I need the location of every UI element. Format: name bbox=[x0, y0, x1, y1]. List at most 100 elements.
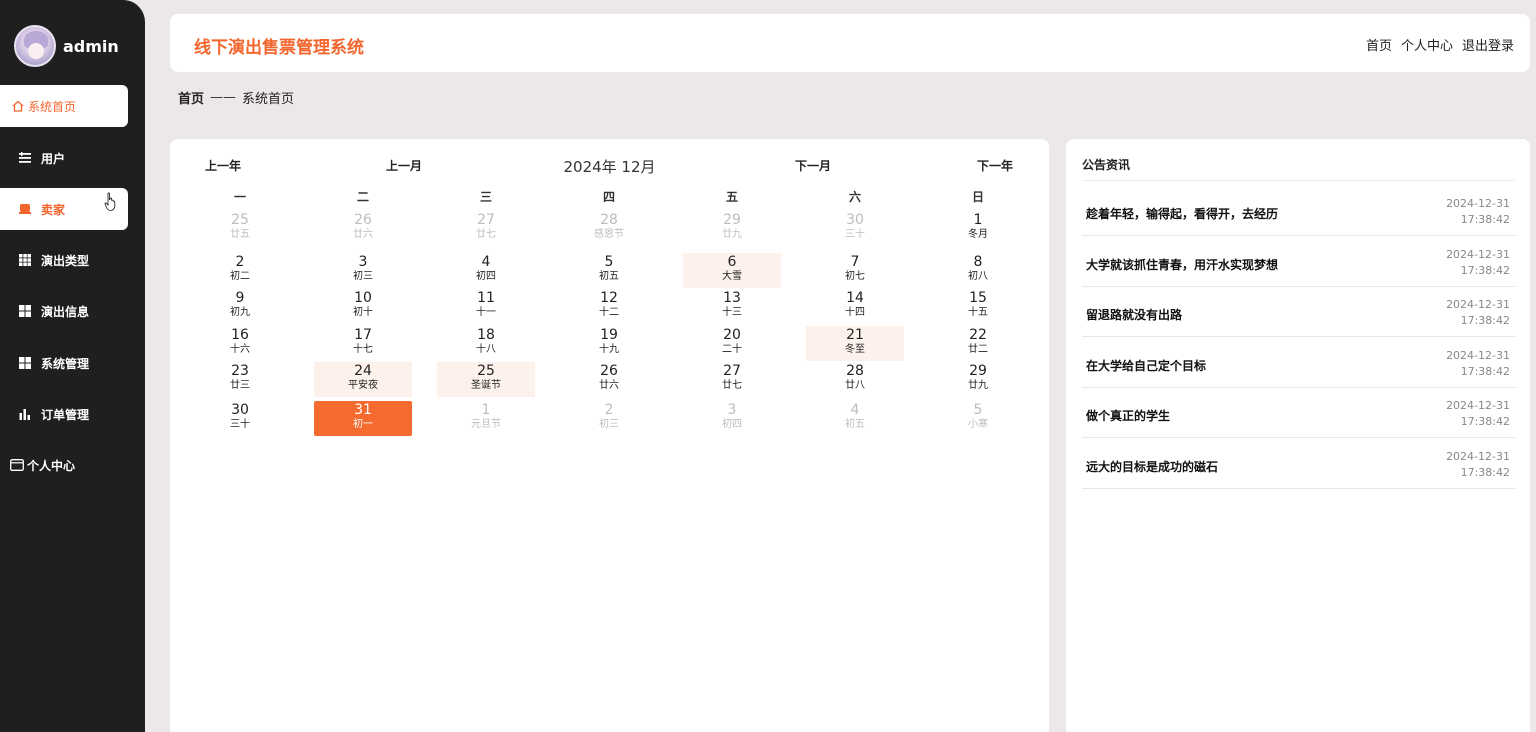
notice-date-day: 2024-12-31 bbox=[1446, 449, 1510, 463]
notice-item[interactable]: 留退路就没有出路 2024-12-31 17:38:42 bbox=[1082, 286, 1516, 337]
next-month-button[interactable]: 下一月 bbox=[795, 157, 831, 174]
notice-item[interactable]: 在大学给自己定个目标 2024-12-31 17:38:42 bbox=[1082, 337, 1516, 388]
notice-item[interactable]: 趁着年轻，输得起，看得开，去经历 2024-12-31 17:38:42 bbox=[1082, 185, 1516, 236]
prev-month-button[interactable]: 上一月 bbox=[386, 157, 422, 174]
sidebar: admin 系统首页 用户 卖家 演出类型 演出信息 系统管理 订单管理 个人中… bbox=[0, 0, 145, 732]
calendar-day[interactable]: 3 初四 bbox=[683, 401, 781, 436]
day-number: 13 bbox=[723, 290, 741, 306]
notice-text[interactable]: 在大学给自己定个目标 bbox=[1086, 357, 1206, 374]
notice-text[interactable]: 做个真正的学生 bbox=[1086, 407, 1170, 424]
notice-text[interactable]: 远大的目标是成功的磁石 bbox=[1086, 458, 1218, 475]
lunar-label: 廿六 bbox=[353, 229, 373, 240]
calendar-day[interactable]: 21 冬至 bbox=[806, 326, 904, 361]
header-link-logout[interactable]: 退出登录 bbox=[1462, 35, 1514, 54]
prev-year-button[interactable]: 上一年 bbox=[205, 157, 241, 174]
lunar-label: 廿七 bbox=[476, 229, 496, 240]
calendar-day[interactable]: 6 大雪 bbox=[683, 253, 781, 288]
calendar-day[interactable]: 15 十五 bbox=[929, 289, 1027, 324]
notice-item[interactable]: 远大的目标是成功的磁石 2024-12-31 17:38:42 bbox=[1082, 438, 1516, 489]
lunar-label: 十二 bbox=[599, 307, 619, 318]
calendar-day[interactable]: 16 十六 bbox=[191, 326, 289, 361]
sidebar-item-label: 订单管理 bbox=[41, 407, 90, 422]
calendar-day[interactable]: 29 廿九 bbox=[929, 362, 1027, 397]
sidebar-item-show-type[interactable]: 演出类型 bbox=[0, 239, 128, 281]
lunar-label: 小寒 bbox=[968, 419, 988, 430]
calendar-day[interactable]: 7 初七 bbox=[806, 253, 904, 288]
day-number: 27 bbox=[477, 212, 495, 228]
lunar-label: 平安夜 bbox=[348, 380, 378, 391]
calendar-day[interactable]: 9 初九 bbox=[191, 289, 289, 324]
calendar-day[interactable]: 2 初三 bbox=[560, 401, 658, 436]
day-number: 19 bbox=[600, 327, 618, 343]
sidebar-item-label: 系统首页 bbox=[28, 99, 77, 114]
calendar-day[interactable]: 17 十七 bbox=[314, 326, 412, 361]
calendar-day[interactable]: 1 冬月 bbox=[929, 211, 1027, 246]
calendar-day-today[interactable]: 31 初一 bbox=[314, 401, 412, 436]
calendar-day[interactable]: 2 初二 bbox=[191, 253, 289, 288]
day-number: 23 bbox=[231, 363, 249, 379]
day-number: 17 bbox=[354, 327, 372, 343]
avatar[interactable] bbox=[14, 25, 56, 67]
day-number: 27 bbox=[723, 363, 741, 379]
next-year-button[interactable]: 下一年 bbox=[977, 157, 1013, 174]
notice-date: 2024-12-31 17:38:42 bbox=[1446, 398, 1510, 430]
notice-date-time: 17:38:42 bbox=[1460, 415, 1510, 428]
calendar-day[interactable]: 11 十一 bbox=[437, 289, 535, 324]
calendar-day[interactable]: 23 廿三 bbox=[191, 362, 289, 397]
notice-text[interactable]: 大学就该抓住青春，用汗水实现梦想 bbox=[1086, 256, 1278, 273]
calendar-day[interactable]: 26 廿六 bbox=[314, 211, 412, 246]
notice-item[interactable]: 做个真正的学生 2024-12-31 17:38:42 bbox=[1082, 387, 1516, 438]
notice-text[interactable]: 留退路就没有出路 bbox=[1086, 306, 1182, 323]
calendar-day[interactable]: 1 元旦节 bbox=[437, 401, 535, 436]
notice-item[interactable]: 大学就该抓住青春，用汗水实现梦想 2024-12-31 17:38:42 bbox=[1082, 236, 1516, 287]
calendar-day[interactable]: 14 十四 bbox=[806, 289, 904, 324]
calendar-day[interactable]: 29 廿九 bbox=[683, 211, 781, 246]
calendar-day[interactable]: 25 廿五 bbox=[191, 211, 289, 246]
calendar-day[interactable]: 30 三十 bbox=[806, 211, 904, 246]
calendar-day[interactable]: 5 初五 bbox=[560, 253, 658, 288]
user-profile[interactable]: admin bbox=[14, 25, 119, 67]
weekday-header: 六 bbox=[848, 190, 861, 204]
notice-date-day: 2024-12-31 bbox=[1446, 399, 1510, 412]
notice-date-time: 17:38:42 bbox=[1460, 364, 1510, 378]
header-link-profile[interactable]: 个人中心 bbox=[1401, 35, 1453, 54]
calendar-day[interactable]: 28 廿八 bbox=[806, 362, 904, 397]
calendar-day[interactable]: 27 廿七 bbox=[437, 211, 535, 246]
lunar-label: 大雪 bbox=[722, 271, 742, 282]
breadcrumb-home[interactable]: 首页 bbox=[178, 88, 204, 107]
calendar-day[interactable]: 19 十九 bbox=[560, 326, 658, 361]
grid-icon bbox=[18, 356, 32, 370]
calendar-day[interactable]: 10 初十 bbox=[314, 289, 412, 324]
lunar-label: 十六 bbox=[230, 344, 250, 355]
header-link-home[interactable]: 首页 bbox=[1366, 35, 1392, 54]
calendar-day[interactable]: 27 廿七 bbox=[683, 362, 781, 397]
notice-text[interactable]: 趁着年轻，输得起，看得开，去经历 bbox=[1086, 205, 1278, 222]
sidebar-item-profile[interactable]: 个人中心 bbox=[0, 444, 128, 486]
day-number: 30 bbox=[231, 402, 249, 418]
calendar-day[interactable]: 30 三十 bbox=[191, 401, 289, 436]
calendar-day[interactable]: 25 圣诞节 bbox=[437, 362, 535, 397]
calendar-day[interactable]: 20 二十 bbox=[683, 326, 781, 361]
calendar-day[interactable]: 22 廿二 bbox=[929, 326, 1027, 361]
sidebar-item-system[interactable]: 系统管理 bbox=[0, 342, 128, 384]
calendar-day[interactable]: 3 初三 bbox=[314, 253, 412, 288]
calendar-day[interactable]: 12 十二 bbox=[560, 289, 658, 324]
calendar-day[interactable]: 24 平安夜 bbox=[314, 362, 412, 397]
sidebar-item-show-info[interactable]: 演出信息 bbox=[0, 290, 128, 332]
calendar-day[interactable]: 8 初八 bbox=[929, 253, 1027, 288]
calendar-day[interactable]: 5 小寒 bbox=[929, 401, 1027, 436]
calendar-day[interactable]: 13 十三 bbox=[683, 289, 781, 324]
sidebar-item-user[interactable]: 用户 bbox=[0, 137, 128, 179]
calendar-day[interactable]: 4 初四 bbox=[437, 253, 535, 288]
day-number: 14 bbox=[846, 290, 864, 306]
calendar-day[interactable]: 4 初五 bbox=[806, 401, 904, 436]
lunar-label: 初三 bbox=[599, 419, 619, 430]
calendar-day[interactable]: 26 廿六 bbox=[560, 362, 658, 397]
sidebar-item-home[interactable]: 系统首页 bbox=[0, 85, 128, 127]
lunar-label: 廿五 bbox=[230, 229, 250, 240]
sidebar-item-orders[interactable]: 订单管理 bbox=[0, 393, 128, 435]
sidebar-item-label: 演出信息 bbox=[41, 304, 90, 319]
calendar-day[interactable]: 28 感恩节 bbox=[560, 211, 658, 246]
calendar-day[interactable]: 18 十八 bbox=[437, 326, 535, 361]
day-number: 25 bbox=[231, 212, 249, 228]
